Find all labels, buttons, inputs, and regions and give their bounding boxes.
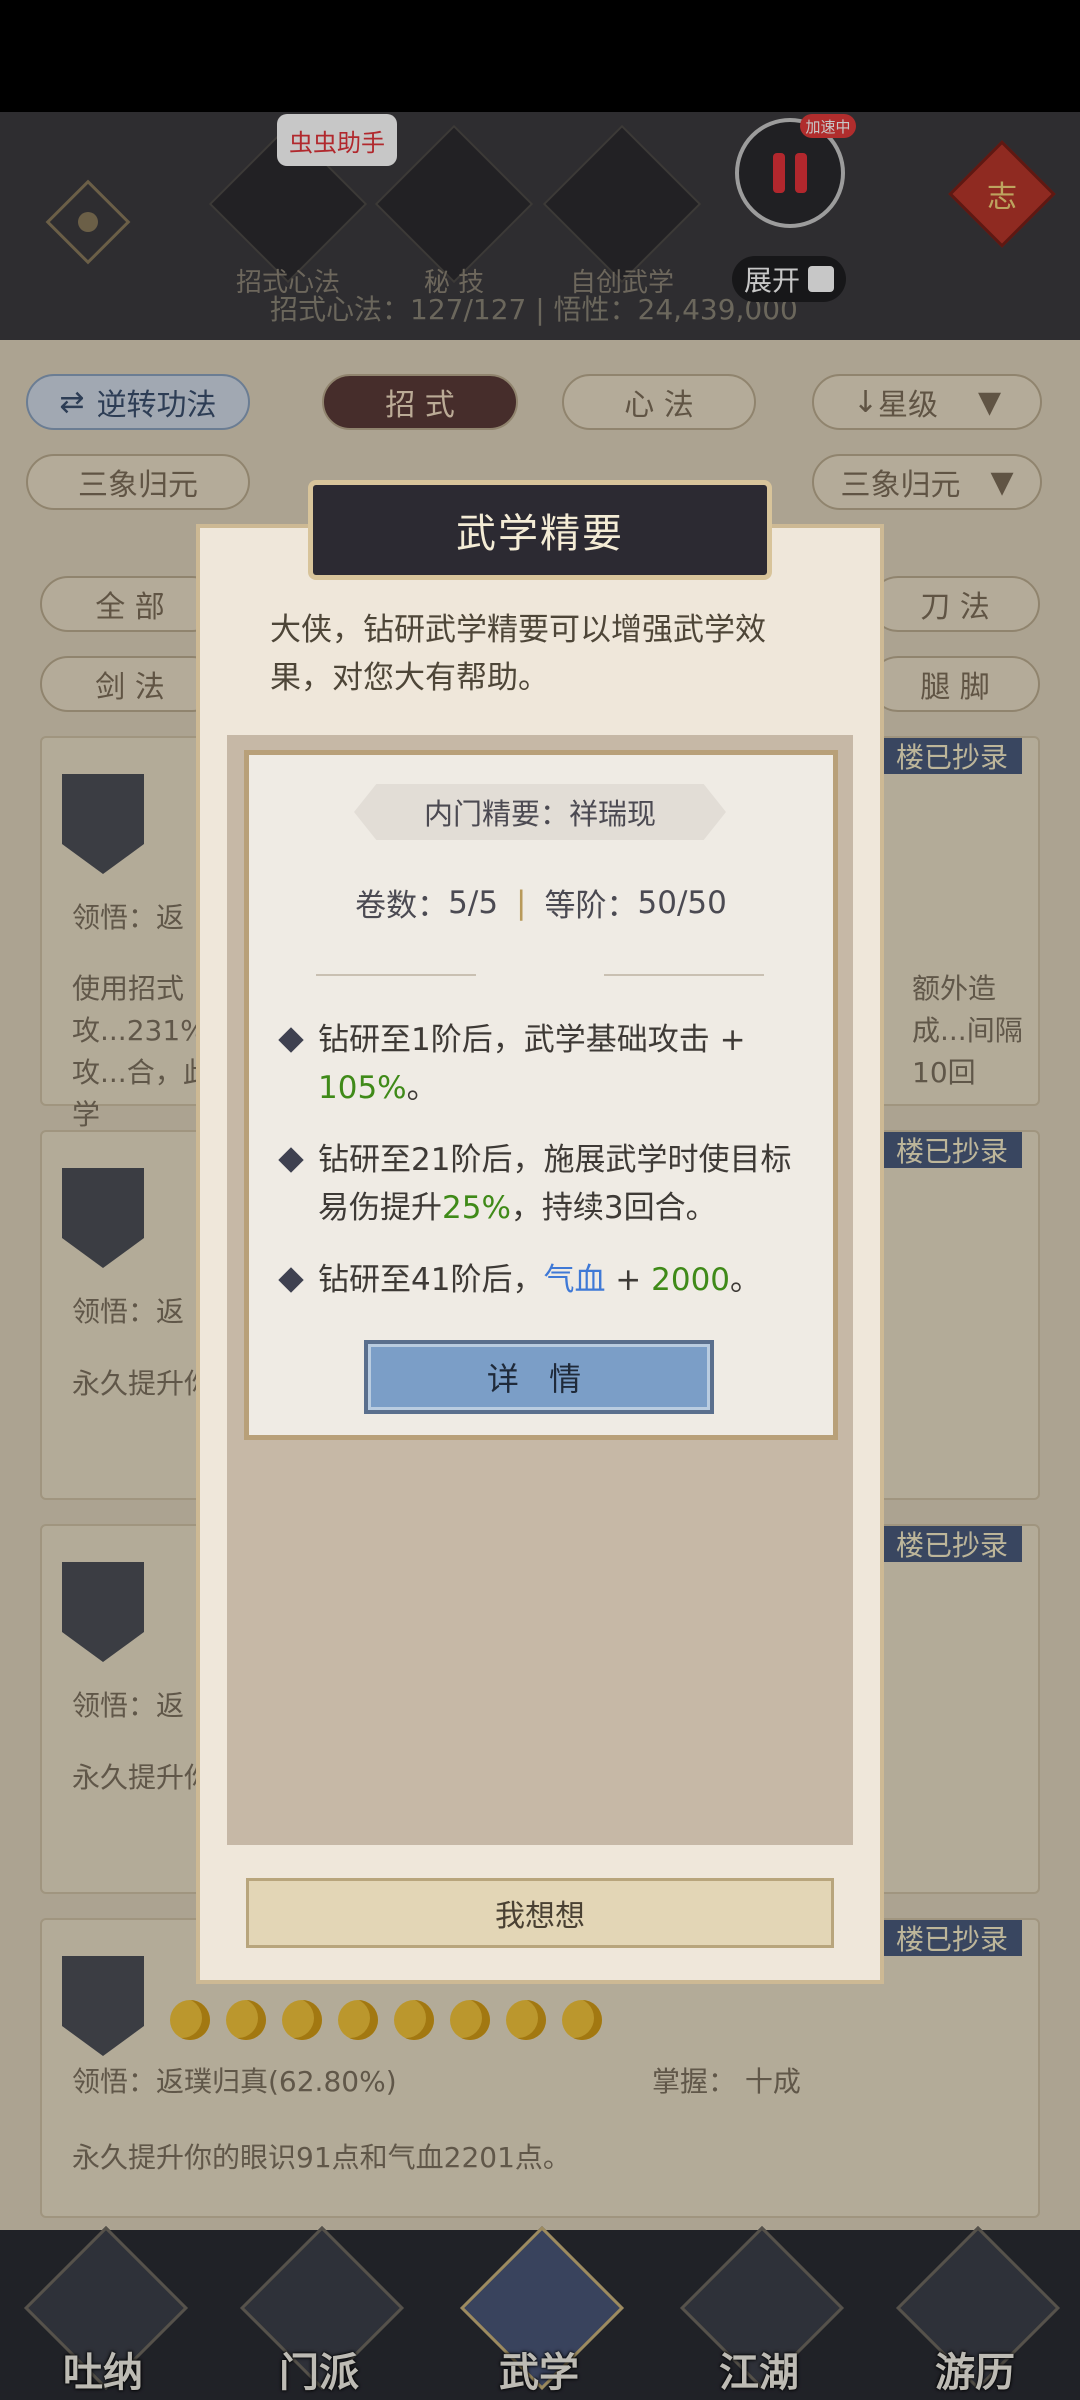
dialog-description: 大侠，钻研武学精要可以增强武学效果，对您大有帮助。	[270, 612, 766, 696]
details-button[interactable]: 详 情	[364, 1340, 714, 1414]
dialog-title: 武学精要	[456, 511, 624, 557]
effect-item: 钻研至1阶后，武学基础攻击 + 105%。	[318, 1022, 746, 1106]
essence-name: 内门精要：祥瑞现	[354, 784, 726, 840]
stat-separator: |	[516, 884, 527, 921]
effect-item: 钻研至41阶后，气血 + 2000。	[318, 1262, 762, 1298]
ornament-divider-right	[604, 974, 764, 976]
rank-value: 50/50	[637, 884, 727, 921]
status-bar	[0, 0, 1080, 112]
volumes-label: 卷数：	[355, 888, 449, 924]
rank-label: 等阶：	[544, 888, 638, 924]
dialog-title-bar: 武学精要	[308, 480, 772, 580]
effect-item: 钻研至21阶后，施展武学时使目标易伤提升25%，持续3回合。	[318, 1142, 792, 1226]
think-it-over-button[interactable]: 我想想	[246, 1878, 834, 1948]
volumes-value: 5/5	[448, 884, 499, 921]
ornament-divider-left	[316, 974, 476, 976]
essence-stats: 卷数： 5/5 | 等阶： 50/50	[244, 880, 838, 925]
